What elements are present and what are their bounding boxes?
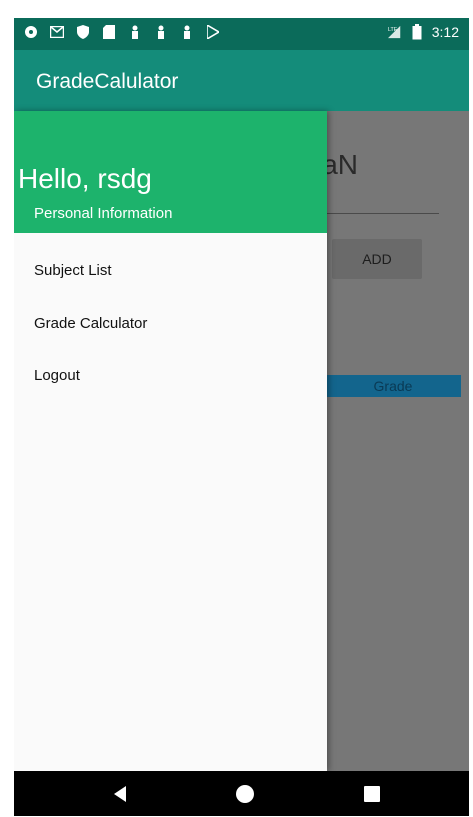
home-icon[interactable]	[236, 785, 254, 803]
menu-item-label: Logout	[34, 366, 80, 384]
gmail-icon	[50, 25, 64, 39]
grade-column-header: Grade	[325, 375, 461, 397]
menu-item-subject-list[interactable]: Subject List	[14, 244, 327, 296]
message-icon	[24, 25, 38, 39]
recents-icon[interactable]	[364, 786, 380, 802]
add-button[interactable]: ADD	[332, 239, 422, 279]
status-bar: LTE 3:12	[14, 18, 469, 50]
shield-icon	[76, 25, 90, 39]
phone-screen: LTE 3:12 GradeCalulator NaN ADD Grade He…	[14, 18, 469, 816]
menu-item-grade-calculator[interactable]: Grade Calculator	[14, 297, 327, 349]
app-title: GradeCalulator	[36, 70, 179, 93]
status-time: 3:12	[431, 24, 459, 40]
input-underline	[325, 213, 439, 214]
notification-icons	[24, 25, 220, 39]
person-icon	[128, 25, 142, 39]
sd-card-icon	[102, 25, 116, 39]
signal-icon: LTE	[387, 25, 402, 39]
person-icon	[180, 25, 194, 39]
personal-information-link[interactable]: Personal Information	[34, 205, 172, 222]
user-greeting: Hello, rsdg	[18, 163, 152, 194]
status-right: LTE 3:12	[387, 24, 459, 40]
menu-item-label: Subject List	[34, 261, 112, 279]
person-icon	[154, 25, 168, 39]
menu-item-label: Grade Calculator	[34, 314, 148, 332]
back-icon[interactable]	[109, 783, 131, 805]
play-store-icon	[206, 25, 220, 39]
system-navigation-bar	[14, 771, 469, 816]
app-bar: GradeCalulator	[14, 50, 469, 111]
menu-item-logout[interactable]: Logout	[14, 349, 327, 401]
navigation-drawer: Hello, rsdg Personal Information Subject…	[14, 111, 327, 771]
battery-icon	[410, 24, 424, 40]
drawer-header: Hello, rsdg Personal Information	[14, 111, 327, 233]
svg-text:LTE: LTE	[388, 27, 398, 33]
